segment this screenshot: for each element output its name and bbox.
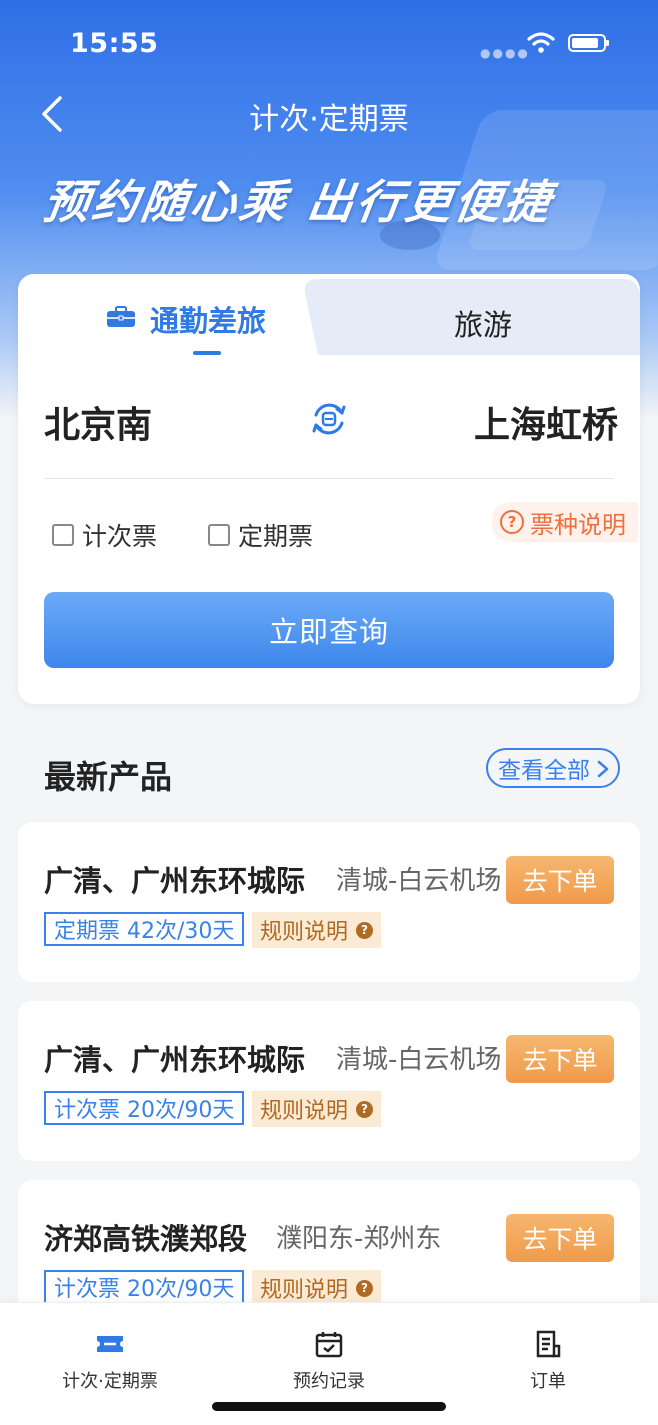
- query-button[interactable]: 立即查询: [44, 592, 614, 668]
- ticket-info-label: 票种说明: [530, 510, 626, 539]
- question-icon: ?: [356, 921, 374, 939]
- ticket-type-info-button[interactable]: ? 票种说明: [492, 502, 638, 542]
- rule-label: 规则说明: [260, 920, 349, 945]
- ticket-tag: 定期票 42次/30天: [44, 912, 245, 946]
- option-label: 定期票: [238, 522, 314, 551]
- rule-info-button[interactable]: 规则说明 ?: [252, 1091, 382, 1127]
- order-button[interactable]: 去下单: [506, 1035, 614, 1083]
- signal-icon: ●●●●: [480, 46, 530, 60]
- product-card[interactable]: 广清、广州东环城际 清城-白云机场 去下单 计次票 20次/90天 规则说明 ?: [18, 1001, 640, 1161]
- search-card: 通勤差旅 旅游 北京南 上海虹桥 计次票 定期票 ? 票种说明 立即查询: [18, 274, 640, 704]
- product-name: 广清、广州东环城际: [44, 1043, 306, 1077]
- hero-slogan: 预约随心乘 出行更便捷: [39, 175, 557, 229]
- briefcase-icon: [107, 306, 135, 327]
- option-period-ticket[interactable]: 定期票: [208, 517, 313, 553]
- rule-info-button[interactable]: 规则说明 ?: [252, 1270, 382, 1306]
- section-title: 最新产品: [44, 758, 173, 796]
- wifi-icon: [527, 32, 555, 53]
- bottom-tab-label: 计次·定期票: [62, 1371, 158, 1392]
- tab-commute-label: 通勤差旅: [150, 304, 267, 338]
- calendar-check-icon: [315, 1332, 343, 1358]
- bottom-tab-label: 订单: [530, 1371, 566, 1392]
- view-all-button[interactable]: 查看全部: [486, 748, 620, 788]
- option-count-ticket[interactable]: 计次票: [52, 517, 157, 553]
- chevron-right-icon: [597, 760, 609, 778]
- battery-icon: [568, 34, 609, 52]
- rule-info-button[interactable]: 规则说明 ?: [252, 912, 382, 948]
- tab-tour[interactable]: 旅游: [454, 302, 512, 344]
- order-list-icon: [536, 1330, 561, 1358]
- product-route: 清城-白云机场: [336, 1045, 502, 1075]
- home-indicator: [212, 1402, 446, 1411]
- view-all-label: 查看全部: [498, 758, 590, 784]
- product-route: 清城-白云机场: [336, 866, 502, 896]
- tab-active-indicator: [193, 351, 221, 355]
- status-bar: 15:55 ●●●●: [0, 0, 658, 88]
- checkbox[interactable]: [208, 524, 230, 546]
- swap-stations-icon[interactable]: [308, 398, 350, 440]
- order-button[interactable]: 去下单: [506, 856, 614, 904]
- bottom-tab-reservations[interactable]: 预约记录: [249, 1329, 409, 1393]
- question-icon: ?: [500, 510, 524, 534]
- rule-label: 规则说明: [260, 1099, 349, 1124]
- divider: [44, 478, 614, 479]
- product-name: 济郑高铁濮郑段: [44, 1222, 248, 1256]
- bottom-tab-tickets[interactable]: 计次·定期票: [30, 1329, 190, 1393]
- ticket-tag: 计次票 20次/90天: [44, 1270, 245, 1304]
- product-card[interactable]: 广清、广州东环城际 清城-白云机场 去下单 定期票 42次/30天 规则说明 ?: [18, 822, 640, 982]
- option-label: 计次票: [82, 522, 158, 551]
- question-icon: ?: [356, 1279, 374, 1297]
- to-station[interactable]: 上海虹桥: [474, 396, 618, 448]
- status-time: 15:55: [70, 28, 159, 59]
- bottom-tab-orders[interactable]: 订单: [468, 1329, 628, 1393]
- product-route: 濮阳东-郑州东: [276, 1224, 442, 1254]
- tab-bar: 通勤差旅 旅游: [18, 274, 640, 355]
- ticket-icon: [97, 1336, 123, 1352]
- page-title: 计次·定期票: [249, 102, 409, 137]
- tab-commute[interactable]: 通勤差旅: [106, 298, 266, 340]
- rule-label: 规则说明: [260, 1278, 349, 1303]
- checkbox[interactable]: [52, 524, 74, 546]
- from-station[interactable]: 北京南: [44, 396, 152, 448]
- product-name: 广清、广州东环城际: [44, 864, 306, 898]
- ticket-tag: 计次票 20次/90天: [44, 1091, 245, 1125]
- order-button[interactable]: 去下单: [506, 1214, 614, 1262]
- question-icon: ?: [356, 1100, 374, 1118]
- bottom-tab-label: 预约记录: [293, 1371, 365, 1392]
